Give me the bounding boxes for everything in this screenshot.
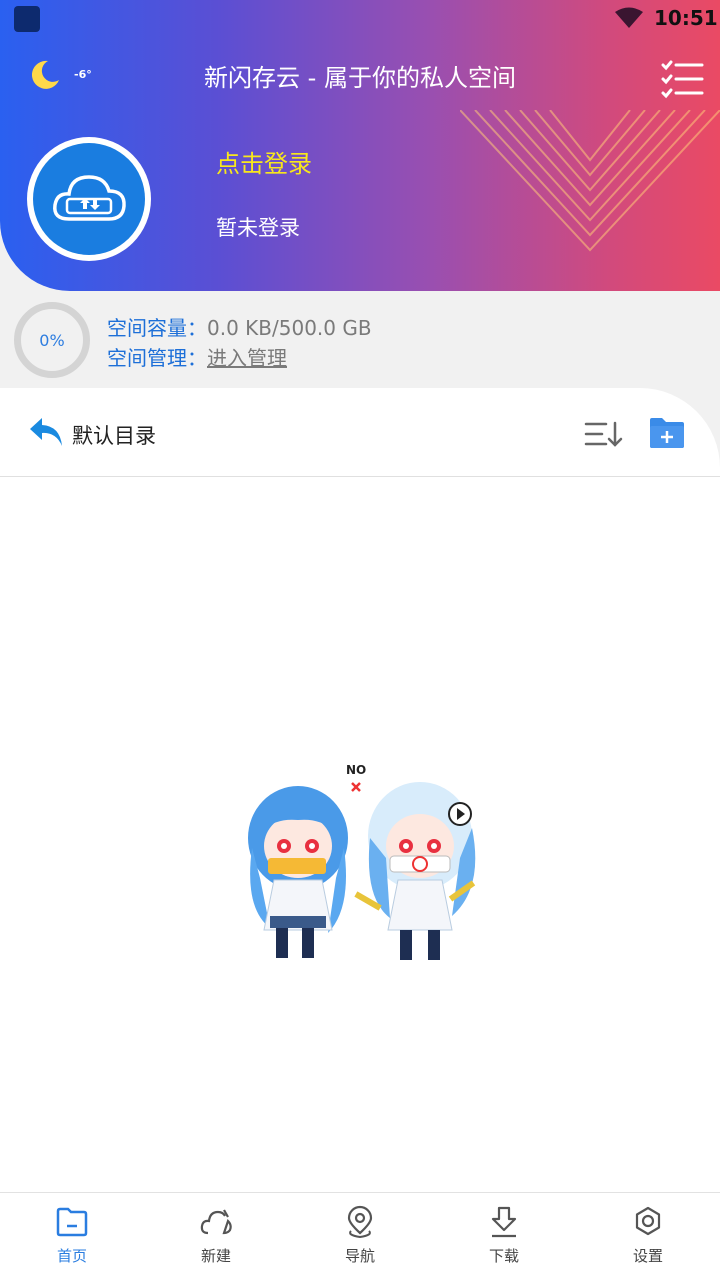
capacity-ring: 0% xyxy=(14,302,90,378)
manage-label: 空间管理： xyxy=(107,346,207,370)
back-icon[interactable] xyxy=(28,416,64,448)
status-time: 10:51 xyxy=(654,6,718,30)
nav-label-new: 新建 xyxy=(200,1247,231,1265)
nav-home[interactable]: 首页 xyxy=(0,1193,144,1280)
capacity-row: 空间容量：0.0 KB/500.0 GB xyxy=(107,312,372,341)
empty-state-illustration: NO xyxy=(248,763,476,960)
capacity-percent: 0% xyxy=(39,330,65,350)
avatar[interactable] xyxy=(27,137,151,261)
decorative-stripes xyxy=(460,110,720,252)
login-link[interactable]: 点击登录 xyxy=(216,144,312,179)
bottom-nav: 首页 新建 导航 下载 设置 xyxy=(0,1192,720,1280)
download-icon xyxy=(491,1206,517,1238)
task-list-icon[interactable] xyxy=(660,60,704,100)
settings-icon xyxy=(635,1206,661,1236)
capacity-value: 0.0 KB/500.0 GB xyxy=(207,316,372,340)
nav-settings[interactable]: 设置 xyxy=(576,1193,720,1280)
moon-icon[interactable] xyxy=(28,58,62,92)
cloud-sync-icon xyxy=(33,143,145,255)
manage-link[interactable]: 进入管理 xyxy=(207,346,287,370)
nav-label-download: 下载 xyxy=(488,1247,519,1265)
new-folder-icon[interactable] xyxy=(648,416,686,450)
nav-download[interactable]: 下载 xyxy=(432,1193,576,1280)
temperature: -6° xyxy=(74,68,92,81)
nav-label-home: 首页 xyxy=(56,1247,87,1265)
location-icon xyxy=(347,1205,373,1239)
nav-new[interactable]: 新建 xyxy=(144,1193,288,1280)
status-bar: 10:51 xyxy=(0,0,720,36)
directory-bar: 默认目录 xyxy=(0,388,720,477)
directory-title: 默认目录 xyxy=(72,424,156,448)
nav-navigation[interactable]: 导航 xyxy=(288,1193,432,1280)
manage-row: 空间管理：进入管理 xyxy=(107,342,287,371)
login-status: 暂未登录 xyxy=(216,216,300,240)
nav-label-navigation: 导航 xyxy=(344,1247,375,1265)
file-panel: 默认目录 NO xyxy=(0,388,720,1193)
app-title: 新闪存云 - 属于你的私人空间 xyxy=(204,64,516,92)
cloud-icon xyxy=(200,1209,232,1235)
sort-icon[interactable] xyxy=(584,420,624,448)
capacity-label: 空间容量： xyxy=(107,316,207,340)
wifi-icon xyxy=(615,7,643,28)
nav-label-settings: 设置 xyxy=(632,1247,663,1265)
folder-icon xyxy=(56,1207,88,1237)
header: 10:51 -6° 新闪存云 - 属于你的私人空间 点击登录 暂未登录 xyxy=(0,0,720,291)
app-notification-icon xyxy=(14,6,40,32)
illustration-caption: NO xyxy=(346,763,366,777)
